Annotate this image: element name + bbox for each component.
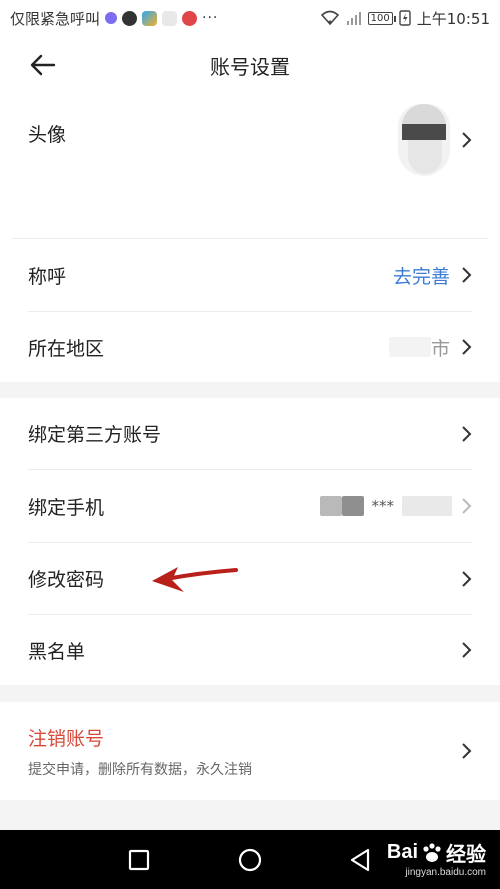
blacklist-row[interactable]: 黑名单: [0, 615, 500, 685]
status-right: 100 上午10:51: [320, 8, 490, 29]
delete-account-description: 提交申请，删除所有数据，永久注销: [28, 761, 252, 778]
chevron-right-icon: [462, 743, 472, 759]
charging-icon: [399, 10, 411, 26]
app-notification-icon-3: [142, 10, 158, 26]
region-right: 市: [388, 334, 472, 361]
annotation-arrow-icon: [152, 567, 238, 592]
wifi-icon: [320, 10, 339, 26]
avatar-label: 头像: [28, 124, 67, 146]
chevron-right-icon: [462, 425, 472, 442]
home-icon[interactable]: [236, 846, 264, 874]
status-bar: 仅限紧急呼叫 ··· 100 上午10:51: [0, 0, 500, 36]
phone-redacted-block-3: [402, 496, 452, 516]
app-header: 账号设置: [0, 36, 500, 94]
back-nav-icon[interactable]: [346, 846, 374, 874]
avatar: [398, 104, 450, 176]
third-party-label: 绑定第三方账号: [28, 424, 162, 446]
phone-masked-value: ***: [371, 497, 395, 515]
watermark-brand: Bai 经验: [387, 838, 486, 867]
region-label: 所在地区: [28, 337, 105, 360]
page-title: 账号设置: [210, 54, 290, 79]
more-notifications-icon: ···: [202, 10, 219, 26]
watermark-brand-b: 经验: [446, 844, 486, 866]
nickname-value-link[interactable]: 去完善: [393, 262, 450, 289]
app-notification-icon-2: [122, 10, 138, 26]
carrier-text: 仅限紧急呼叫: [10, 9, 101, 28]
change-password-label: 修改密码: [28, 569, 105, 591]
nickname-label: 称呼: [28, 265, 67, 288]
baidu-jingyan-watermark: Bai 经验 jingyan.baidu.com: [387, 838, 486, 878]
section-gap: [0, 685, 500, 702]
phone-redacted-block-2: [341, 496, 364, 516]
watermark-brand-a: Bai: [386, 841, 418, 863]
section-gap: [0, 382, 500, 398]
delete-account-right: [460, 742, 472, 760]
battery-icon: 100: [367, 11, 396, 25]
delete-account-text: 注销账号 提交申请，删除所有数据，永久注销: [28, 724, 252, 779]
app-notification-icon-1: [105, 12, 118, 24]
back-arrow-icon: [30, 54, 56, 76]
phone-redacted-block-1: [319, 496, 342, 516]
change-password-row[interactable]: 修改密码: [0, 543, 500, 614]
paw-icon: [423, 842, 441, 862]
section-gap: [0, 800, 500, 830]
app-notification-icon-4: [162, 10, 178, 26]
back-button[interactable]: [28, 50, 58, 80]
app-notification-icon-5: [182, 10, 198, 26]
chevron-right-icon: [462, 339, 472, 355]
avatar-right: [398, 104, 472, 176]
clock-text: 上午10:51: [416, 9, 490, 28]
chevron-right-icon: [462, 570, 472, 587]
watermark-url: jingyan.baidu.com: [405, 867, 486, 878]
recent-apps-icon[interactable]: [125, 846, 153, 874]
blacklist-right: [460, 641, 472, 659]
region-redacted: [388, 337, 431, 357]
region-value: 市: [430, 337, 450, 360]
third-party-right: [460, 425, 472, 443]
avatar-row[interactable]: 头像: [0, 94, 500, 238]
blacklist-label: 黑名单: [28, 640, 86, 663]
status-left: 仅限紧急呼叫 ···: [10, 8, 218, 29]
signal-icon: [346, 12, 361, 25]
phone-label: 绑定手机: [28, 496, 105, 519]
nickname-row[interactable]: 称呼 去完善: [0, 239, 500, 311]
phone-right: ***: [319, 496, 473, 516]
chevron-right-icon: [462, 132, 472, 148]
chevron-right-icon: [462, 498, 472, 514]
third-party-row[interactable]: 绑定第三方账号: [0, 398, 500, 469]
chevron-right-icon: [462, 642, 472, 658]
change-password-right: [460, 570, 472, 588]
nickname-right: 去完善: [393, 262, 472, 289]
chevron-right-icon: [462, 267, 472, 283]
delete-account-row[interactable]: 注销账号 提交申请，删除所有数据，永久注销: [0, 702, 500, 800]
delete-account-label: 注销账号: [28, 727, 105, 750]
phone-row[interactable]: 绑定手机 ***: [0, 470, 500, 542]
region-row[interactable]: 所在地区 市: [0, 312, 500, 382]
